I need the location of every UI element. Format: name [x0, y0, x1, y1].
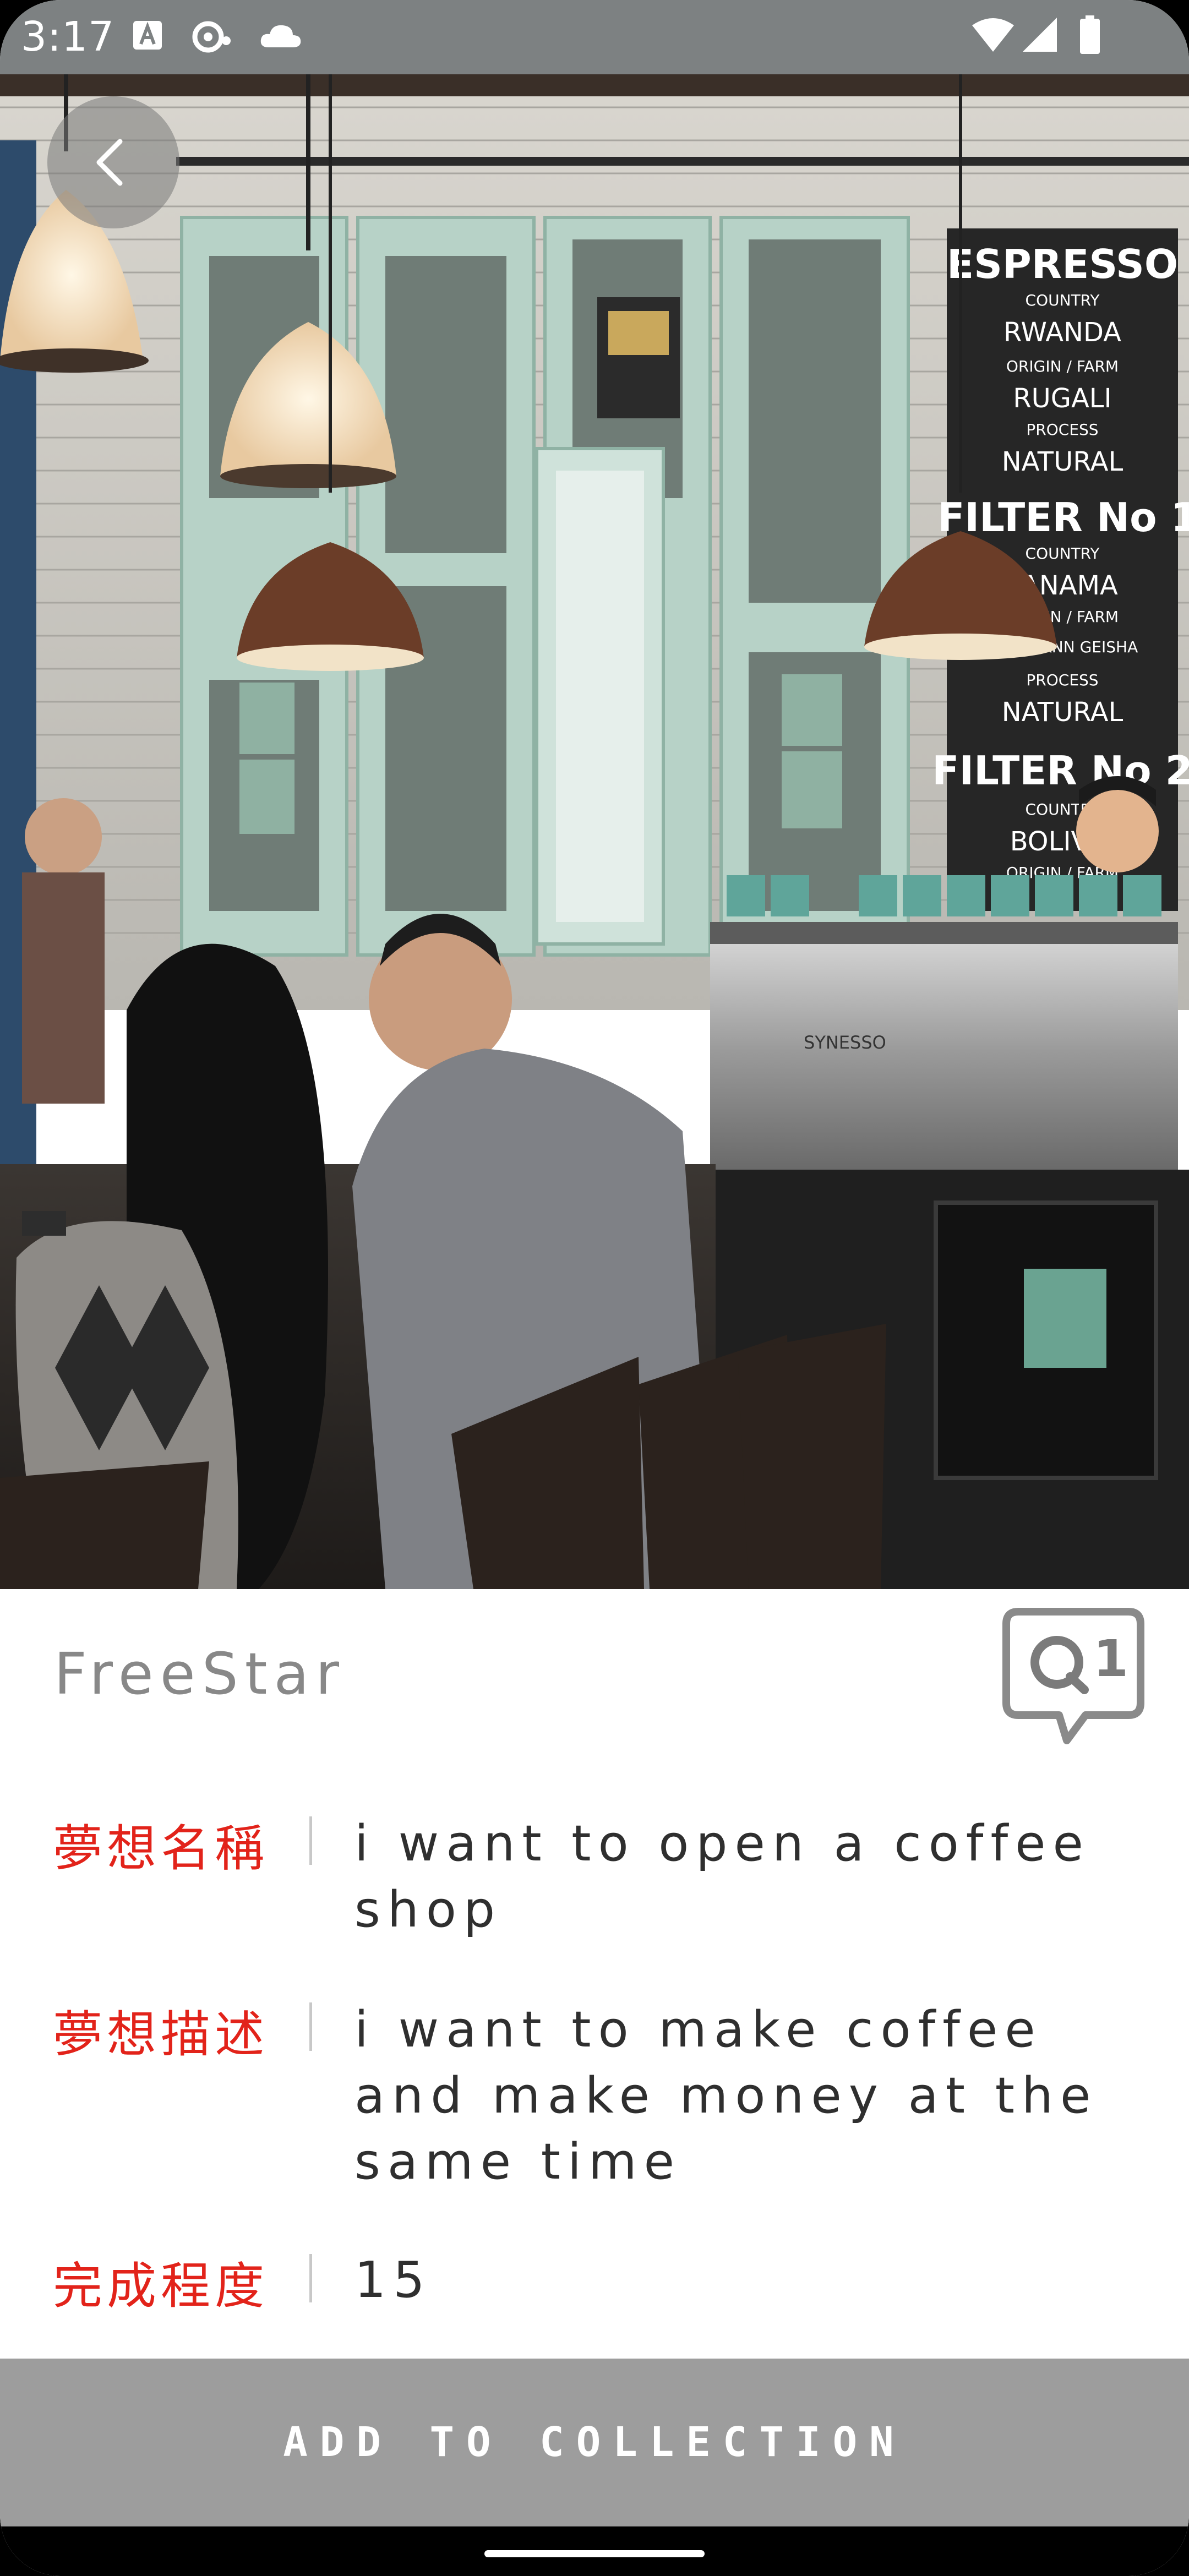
svg-text:ESPRESSO: ESPRESSO [947, 241, 1178, 287]
divider [309, 1816, 312, 1865]
comment-button[interactable]: 1 [1002, 1607, 1145, 1750]
completion-label: 完成程度 [53, 2257, 269, 2315]
svg-text:SYNESSO: SYNESSO [804, 1032, 886, 1053]
divider [309, 2254, 312, 2302]
svg-text:NATURAL: NATURAL [1002, 697, 1123, 728]
user-name: FreeStar [54, 1640, 346, 1707]
completion-value: 15 [354, 2251, 432, 2309]
battery-icon [1079, 15, 1101, 57]
comment-count: 1 [1093, 1629, 1129, 1688]
svg-text:NATURAL: NATURAL [1002, 446, 1123, 477]
svg-text:COUNTRY: COUNTRY [1026, 544, 1100, 563]
divider [309, 2002, 312, 2051]
dream-description-value: i want to make coffee and make money at … [354, 2001, 1098, 2191]
dream-name-label: 夢想名稱 [53, 1820, 269, 1878]
home-indicator[interactable] [484, 2550, 705, 2557]
dream-name-value: i want to open a coffee shop [354, 1815, 1090, 1939]
svg-text:COUNTRY: COUNTRY [1026, 291, 1100, 309]
svg-text:PROCESS: PROCESS [1026, 671, 1098, 689]
cloud-icon [259, 22, 303, 52]
add-to-collection-button[interactable]: ADD TO COLLECTION [0, 2359, 1189, 2526]
svg-text:FILTER No 1: FILTER No 1 [937, 494, 1189, 541]
sync-icon [190, 19, 234, 57]
chevron-left-icon [96, 139, 123, 186]
svg-text:RUGALI: RUGALI [1013, 383, 1111, 414]
back-button[interactable] [47, 96, 179, 228]
status-time: 3:17 [21, 13, 115, 61]
status-bar: 3:17 [0, 0, 1189, 74]
text-recognition-icon [131, 19, 164, 54]
dream-description-label: 夢想描述 [53, 2006, 269, 2064]
svg-text:PROCESS: PROCESS [1026, 421, 1098, 439]
cell-signal-icon [1022, 17, 1058, 55]
screen: 3:17 ESPRESSO COUNTRY RWANDA ORIGIN / FA… [0, 0, 1189, 2576]
svg-text:ORIGIN / FARM: ORIGIN / FARM [1006, 357, 1119, 375]
cafe-photo: ESPRESSO COUNTRY RWANDA ORIGIN / FARM RU… [0, 74, 1189, 1589]
svg-text:RWANDA: RWANDA [1003, 317, 1121, 348]
wifi-icon [971, 17, 1015, 55]
